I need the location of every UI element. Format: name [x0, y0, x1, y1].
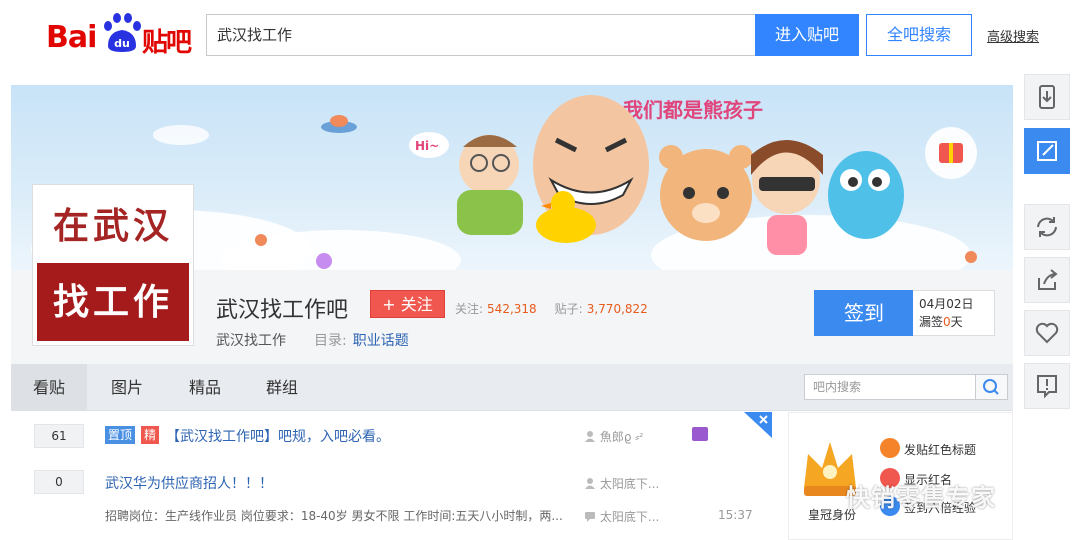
tab-posts[interactable]: 看贴 [11, 364, 88, 411]
close-icon[interactable] [744, 412, 772, 438]
thread-time: 15:37 [718, 508, 753, 522]
forum-name[interactable]: 武汉找工作吧 [216, 292, 348, 324]
last-reply-author[interactable]: 太阳底下... [584, 508, 659, 525]
paw-icon: du [104, 13, 141, 52]
rail-phone[interactable] [1024, 74, 1070, 120]
banner-slogan: 我们都是熊孩子 [623, 98, 763, 122]
rail-favorite[interactable] [1024, 310, 1070, 356]
forum-subline: 武汉找工作 目录: 职业话题 [216, 330, 409, 350]
tag-top: 置顶 [105, 426, 136, 444]
search-input[interactable]: 武汉找工作 [206, 14, 756, 56]
enter-forum-button[interactable]: 进入贴吧 [755, 14, 859, 56]
tag-good: 精 [141, 426, 160, 444]
thread-author[interactable]: 太阳底下... [584, 475, 659, 492]
thread-abstract: 招聘岗位：生产线作业员 岗位要求：18-40岁 男女不限 工作时间:五天八小时制… [105, 509, 563, 523]
thread-title[interactable]: 武汉华为供应商招人！！！ [105, 473, 273, 493]
followers-count: 542,318 [487, 302, 537, 316]
watermark: 快销零售专家 [846, 484, 996, 512]
phone-icon [1039, 85, 1055, 109]
missed-signin: 漏签0天 [919, 315, 963, 329]
perk-red-title: 发贴红色标题 [904, 443, 977, 457]
logo-tieba-text: 贴吧 [142, 28, 192, 58]
reply-count: 0 [34, 470, 84, 494]
tab-featured[interactable]: 精品 [189, 364, 221, 411]
search-icon [983, 379, 999, 395]
avatar-bottom-text: 找工作 [37, 263, 189, 341]
logo-du-text: du [114, 37, 130, 50]
avatar-top-text: 在武汉 [37, 189, 189, 263]
posts-label: 贴子: [554, 302, 583, 316]
forum-stats: 关注: 542,318 贴子: 3,770,822 [455, 300, 666, 317]
share-icon [1038, 269, 1058, 290]
forum-search-input[interactable]: 吧内搜索 [804, 374, 976, 400]
signin-button[interactable]: 签到 [814, 290, 914, 336]
forum-short-name: 武汉找工作 [216, 333, 286, 349]
edit-icon [1037, 141, 1057, 161]
red-title-icon [880, 438, 900, 458]
thread-author[interactable]: 魚郎ϱ ⸗ᶻ [584, 428, 644, 445]
advanced-search-link[interactable]: 高级搜索 [987, 26, 1039, 45]
rail-share[interactable] [1024, 257, 1070, 303]
heart-icon [1035, 322, 1059, 344]
refresh-icon [1037, 217, 1057, 237]
rail-refresh[interactable] [1024, 204, 1070, 250]
user-icon [585, 431, 595, 442]
posts-count: 3,770,822 [586, 302, 648, 316]
member-badge-icon [692, 427, 708, 441]
directory-label: 目录: [314, 333, 347, 349]
follow-button[interactable]: + 关注 [370, 290, 445, 318]
comment-icon [585, 512, 595, 522]
logo-bai-text: Bai [46, 20, 97, 55]
banner-hi: Hi~ [415, 139, 439, 153]
category-link[interactable]: 职业话题 [353, 333, 409, 349]
signin-date: 04月02日 [919, 297, 974, 311]
all-forum-search-button[interactable]: 全吧搜索 [866, 14, 972, 56]
baidu-tieba-logo[interactable]: Bai du 贴吧 [46, 6, 192, 58]
forum-avatar[interactable]: 在武汉 找工作 [32, 184, 194, 346]
thread-title[interactable]: 【武汉找工作吧】吧规，入吧必看。 [166, 426, 390, 446]
user-icon [585, 478, 595, 489]
rail-report[interactable] [1024, 363, 1070, 409]
forum-search-button[interactable] [976, 374, 1008, 400]
header: Bai du 贴吧 武汉找工作 进入贴吧 全吧搜索 高级搜索 [0, 0, 1080, 72]
reply-count: 61 [34, 424, 84, 448]
signin-info: 04月02日 漏签0天 [913, 290, 995, 336]
rail-post[interactable] [1024, 128, 1070, 174]
report-icon [1037, 375, 1057, 399]
tab-groups[interactable]: 群组 [266, 364, 298, 411]
tab-images[interactable]: 图片 [111, 364, 143, 411]
followers-label: 关注: [455, 302, 484, 316]
